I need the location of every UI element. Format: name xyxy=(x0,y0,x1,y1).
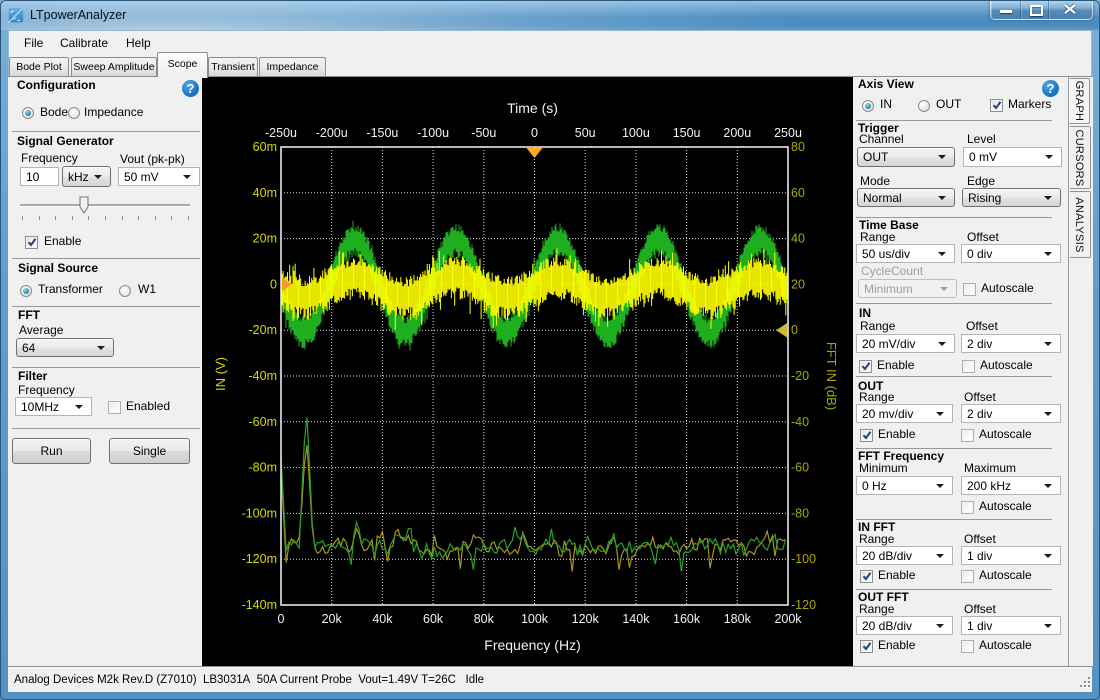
svg-text:40m: 40m xyxy=(253,186,277,200)
svg-text:Time (s): Time (s) xyxy=(507,100,558,116)
svg-text:200k: 200k xyxy=(774,612,802,626)
svg-text:-60: -60 xyxy=(791,461,809,475)
svg-text:150u: 150u xyxy=(673,126,701,140)
svg-text:-150u: -150u xyxy=(366,126,398,140)
svg-text:0: 0 xyxy=(278,612,285,626)
svg-text:60m: 60m xyxy=(253,140,277,154)
svg-text:40k: 40k xyxy=(372,612,393,626)
svg-text:-40: -40 xyxy=(791,415,809,429)
svg-text:40: 40 xyxy=(791,232,805,246)
svg-text:120k: 120k xyxy=(572,612,600,626)
svg-text:20m: 20m xyxy=(253,232,277,246)
svg-text:-40m: -40m xyxy=(249,369,277,383)
svg-text:Frequency (Hz): Frequency (Hz) xyxy=(484,637,580,653)
svg-text:-50u: -50u xyxy=(471,126,496,140)
svg-text:0: 0 xyxy=(270,277,277,291)
svg-text:180k: 180k xyxy=(724,612,752,626)
svg-text:-100m: -100m xyxy=(242,506,277,520)
svg-text:-20: -20 xyxy=(791,369,809,383)
svg-text:20: 20 xyxy=(791,277,805,291)
svg-text:80: 80 xyxy=(791,140,805,154)
svg-text:200u: 200u xyxy=(723,126,751,140)
svg-text:60: 60 xyxy=(791,186,805,200)
svg-text:-80: -80 xyxy=(791,506,809,520)
svg-text:-200u: -200u xyxy=(316,126,348,140)
svg-text:100k: 100k xyxy=(521,612,549,626)
svg-text:20k: 20k xyxy=(322,612,343,626)
svg-text:-120m: -120m xyxy=(242,552,277,566)
svg-text:-120: -120 xyxy=(791,598,816,612)
svg-text:0: 0 xyxy=(791,323,798,337)
svg-text:0: 0 xyxy=(531,126,538,140)
svg-text:-20m: -20m xyxy=(249,323,277,337)
svg-text:-80m: -80m xyxy=(249,461,277,475)
svg-text:-250u: -250u xyxy=(265,126,297,140)
svg-text:-100u: -100u xyxy=(417,126,449,140)
svg-text:FFT IN (dB): FFT IN (dB) xyxy=(824,342,839,410)
svg-text:50u: 50u xyxy=(575,126,596,140)
svg-text:80k: 80k xyxy=(474,612,495,626)
svg-text:250u: 250u xyxy=(774,126,802,140)
svg-text:160k: 160k xyxy=(673,612,701,626)
svg-text:-100: -100 xyxy=(791,552,816,566)
svg-text:60k: 60k xyxy=(423,612,444,626)
svg-text:IN (V): IN (V) xyxy=(213,357,228,391)
svg-text:100u: 100u xyxy=(622,126,650,140)
svg-text:-140m: -140m xyxy=(242,598,277,612)
svg-text:-60m: -60m xyxy=(249,415,277,429)
svg-text:140k: 140k xyxy=(622,612,650,626)
